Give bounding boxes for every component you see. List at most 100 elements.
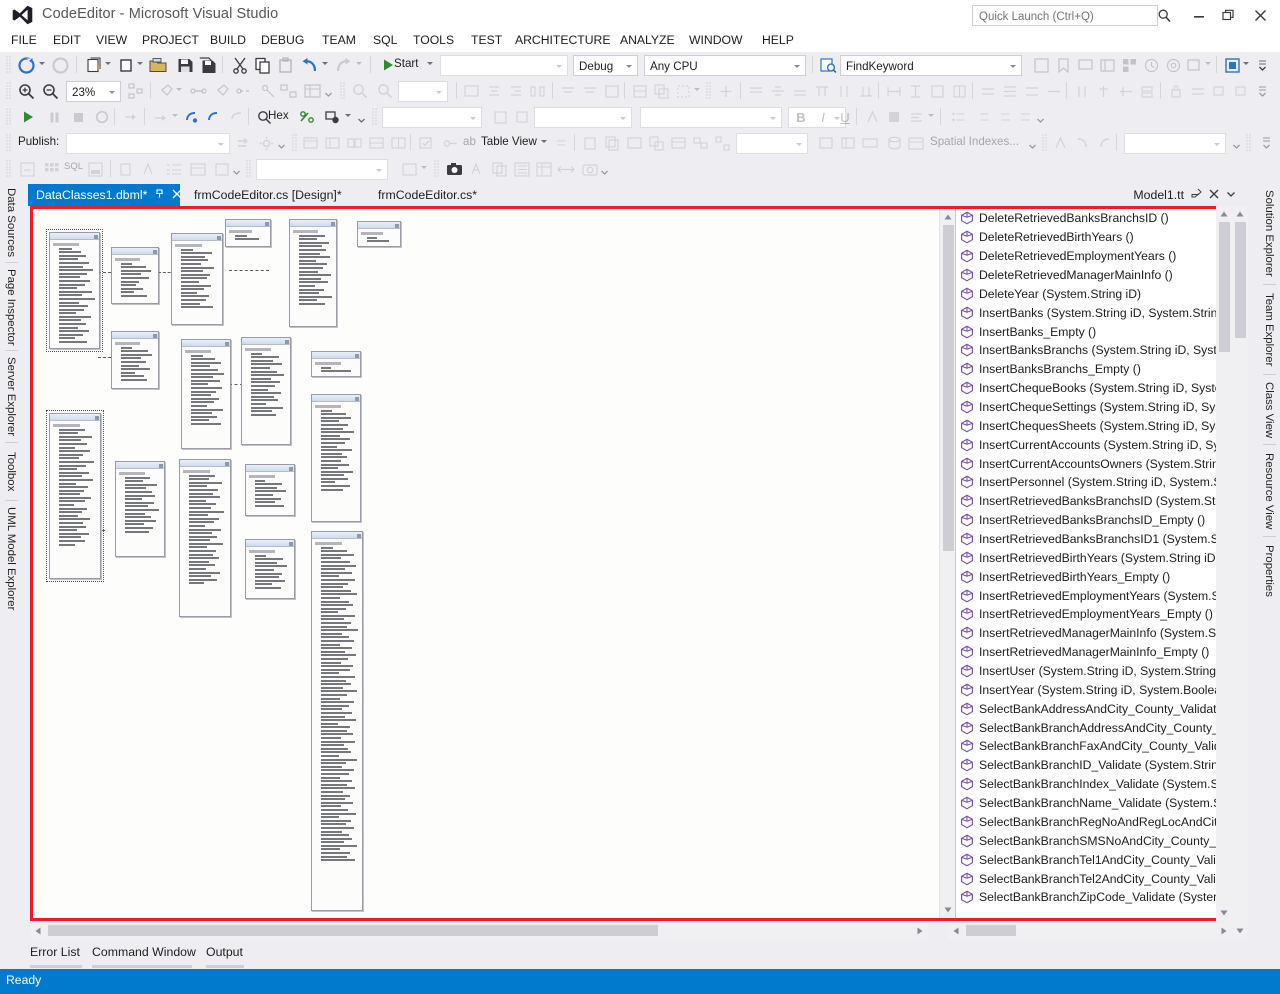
diagram-object-combo[interactable] — [256, 159, 388, 180]
toolbar-grip[interactable] — [6, 160, 11, 178]
toolbar-grip[interactable] — [6, 56, 11, 74]
sidebar-item-toolbox[interactable]: Toolbox — [1, 446, 21, 498]
list-item[interactable]: InsertUser (System.String iD, System.Str… — [956, 662, 1227, 681]
entity-shape[interactable] — [171, 233, 223, 325]
list-item[interactable]: InsertRetrievedBanksBranchsID1 (System.S… — [956, 530, 1227, 549]
diagram-vertical-scrollbar[interactable] — [939, 209, 955, 918]
bold-button[interactable]: B — [791, 107, 811, 127]
sidebar-item-page-inspector[interactable]: Page Inspector — [1, 266, 21, 348]
toolbar-overflow-icon[interactable] — [1258, 58, 1267, 74]
underline-button[interactable]: U — [835, 107, 855, 127]
new-project-icon[interactable] — [84, 55, 104, 75]
list-item[interactable]: SelectBankBranchTel1AndCity_County_Valid… — [956, 850, 1227, 869]
tab-frmcodeeditor-cs[interactable]: frmCodeEditor.cs* — [370, 184, 494, 206]
menu-project[interactable]: PROJECT — [139, 32, 202, 50]
list-item[interactable]: InsertBanks_Empty () — [956, 322, 1227, 341]
entity-shape[interactable] — [311, 531, 363, 911]
new-item-icon[interactable] — [116, 55, 136, 75]
undo-dropdown-icon[interactable] — [322, 62, 328, 65]
sidebar-item-resource-view[interactable]: Resource View — [1259, 448, 1279, 534]
list-item[interactable]: InsertRetrievedEmploymentYears_Empty () — [956, 605, 1227, 624]
scroll-down-arrow[interactable] — [1232, 923, 1248, 939]
close-icon[interactable] — [1209, 189, 1219, 202]
menu-debug[interactable]: DEBUG — [258, 32, 307, 50]
menu-sql[interactable]: SQL — [370, 32, 400, 50]
close-button[interactable] — [1248, 5, 1273, 25]
toolbar-overflow-icon[interactable] — [357, 110, 366, 126]
scroll-thumb[interactable] — [966, 925, 1016, 936]
find-combo[interactable]: FindKeyword — [840, 55, 1022, 76]
menu-help[interactable]: HELP — [759, 32, 797, 50]
toolbar-grip[interactable] — [1042, 134, 1047, 152]
float-window-icon[interactable] — [1191, 188, 1202, 202]
list-item[interactable]: SelectBankBranchRegNoAndRegLocAndCity_Co — [956, 813, 1227, 832]
list-item[interactable]: InsertBanks (System.String iD, System.St… — [956, 303, 1227, 322]
threads-dropdown-icon[interactable] — [345, 114, 351, 117]
menu-tools[interactable]: TOOLS — [410, 32, 457, 50]
list-item[interactable]: SelectBankBranchID_Validate (System.Stri… — [956, 756, 1227, 775]
menu-view[interactable]: VIEW — [93, 32, 130, 50]
menu-edit[interactable]: EDIT — [50, 32, 84, 50]
menu-architecture[interactable]: ARCHITECTURE — [512, 32, 613, 50]
toolbar-grip[interactable] — [706, 82, 711, 100]
scroll-down-arrow[interactable] — [940, 902, 956, 918]
toolbar-overflow-icon[interactable] — [324, 84, 333, 100]
list-item[interactable]: SelectBankBranchTel2AndCity_County_Valid… — [956, 869, 1227, 888]
entity-shape[interactable] — [245, 464, 295, 516]
method-list-horizontal-scrollbar[interactable] — [948, 922, 1232, 939]
list-item[interactable]: InsertRetrievedManagerMainInfo_Empty () — [956, 643, 1227, 662]
search-icon[interactable] — [1157, 8, 1172, 23]
scroll-up-arrow[interactable] — [1216, 206, 1232, 222]
list-item[interactable]: InsertCurrentAccountsOwners (System.Stri… — [956, 454, 1227, 473]
configuration-combo[interactable]: Debug — [573, 55, 638, 76]
toolbar-grip[interactable] — [340, 82, 345, 100]
tab-output[interactable]: Output — [206, 945, 243, 965]
entity-shape[interactable] — [179, 459, 231, 617]
scroll-right-arrow[interactable] — [912, 922, 928, 939]
list-item[interactable]: InsertRetrievedEmploymentYears (System.S… — [956, 586, 1227, 605]
font-name-combo[interactable] — [382, 107, 482, 128]
entity-shape[interactable] — [115, 461, 165, 557]
scroll-thumb[interactable] — [1219, 222, 1230, 352]
navigate-back-dropdown-icon[interactable] — [39, 62, 45, 65]
menu-analyze[interactable]: ANALYZE — [617, 32, 678, 50]
minimize-button[interactable] — [1186, 5, 1211, 25]
entity-shape[interactable] — [46, 229, 103, 352]
threads-window-icon[interactable] — [322, 107, 342, 127]
run-icon[interactable] — [18, 107, 38, 127]
close-icon[interactable] — [172, 189, 182, 202]
schema-combo[interactable] — [736, 133, 808, 154]
scroll-thumb[interactable] — [1235, 222, 1246, 338]
list-item[interactable]: InsertCurrentAccounts (System.String iD,… — [956, 435, 1227, 454]
entity-shape[interactable] — [225, 219, 271, 247]
maximize-button[interactable] — [1216, 5, 1241, 25]
sidebar-item-server-explorer[interactable]: Server Explorer — [1, 354, 21, 440]
sql-label[interactable]: SQL — [64, 161, 83, 172]
list-item[interactable]: InsertRetrievedBirthYears_Empty () — [956, 567, 1227, 586]
entity-shape[interactable] — [311, 394, 361, 522]
new-project-dropdown-icon[interactable] — [105, 62, 111, 65]
target-combo[interactable] — [640, 107, 782, 128]
tab-model1-tt[interactable]: Model1.tt — [1114, 184, 1244, 206]
start-button-label[interactable]: Start — [394, 57, 418, 70]
scale-combo[interactable] — [398, 81, 448, 102]
sidebar-item-properties[interactable]: Properties — [1259, 540, 1279, 602]
toolbar-overflow-icon[interactable] — [232, 162, 241, 178]
scroll-thumb[interactable] — [48, 925, 658, 936]
list-item[interactable]: InsertRetrievedManagerMainInfo (System.S… — [956, 624, 1227, 643]
sidebar-item-solution-explorer[interactable]: Solution Explorer — [1259, 184, 1279, 282]
menu-build[interactable]: BUILD — [207, 32, 249, 50]
list-item[interactable]: InsertChequesSheets (System.String iD, S… — [956, 416, 1227, 435]
zoom-level-combo[interactable]: 23% — [66, 81, 121, 102]
breakpoints-icon[interactable] — [297, 107, 317, 127]
style-combo[interactable] — [534, 107, 632, 128]
save-icon[interactable] — [175, 55, 195, 75]
startup-project-combo[interactable] — [440, 55, 568, 76]
list-item[interactable]: InsertChequeBooks (System.String iD, Sys… — [956, 379, 1227, 398]
sidebar-item-class-view[interactable]: Class View — [1259, 378, 1279, 442]
italic-button[interactable]: I — [813, 107, 833, 127]
toolbar-grip[interactable] — [434, 160, 439, 178]
list-item[interactable]: SelectBankBranchFaxAndCity_County_Valida… — [956, 737, 1227, 756]
step-out-icon[interactable] — [204, 107, 224, 127]
entity-shape[interactable] — [357, 221, 401, 247]
